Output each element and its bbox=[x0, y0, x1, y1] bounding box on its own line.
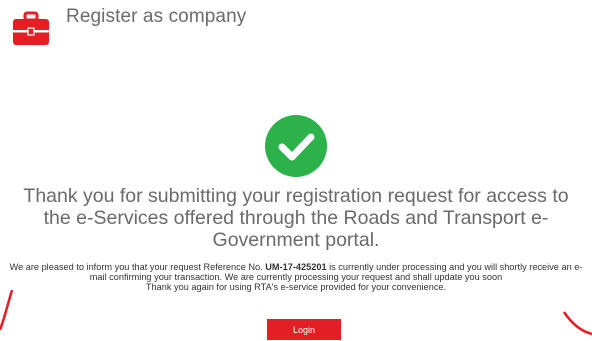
processing-notice: We are pleased to inform you that your r… bbox=[4, 262, 588, 282]
check-circle-icon bbox=[265, 115, 327, 177]
thanks-note: Thank you again for using RTA's e-servic… bbox=[145, 282, 447, 292]
reference-number: UM-17-425201 bbox=[265, 262, 327, 272]
login-button[interactable]: Login bbox=[267, 319, 341, 340]
confirmation-details: We are pleased to inform you that your r… bbox=[4, 262, 588, 292]
details-prefix: We are pleased to inform you that your r… bbox=[9, 262, 266, 272]
confirmation-message: Thank you for submitting your registrati… bbox=[23, 185, 569, 251]
page-title: Register as company bbox=[66, 6, 247, 27]
decorative-swoosh-right bbox=[562, 311, 592, 336]
decorative-swoosh-left bbox=[0, 290, 14, 330]
briefcase-icon bbox=[13, 11, 49, 45]
registration-confirmation-page: Register as company Thank you for submit… bbox=[0, 0, 592, 341]
